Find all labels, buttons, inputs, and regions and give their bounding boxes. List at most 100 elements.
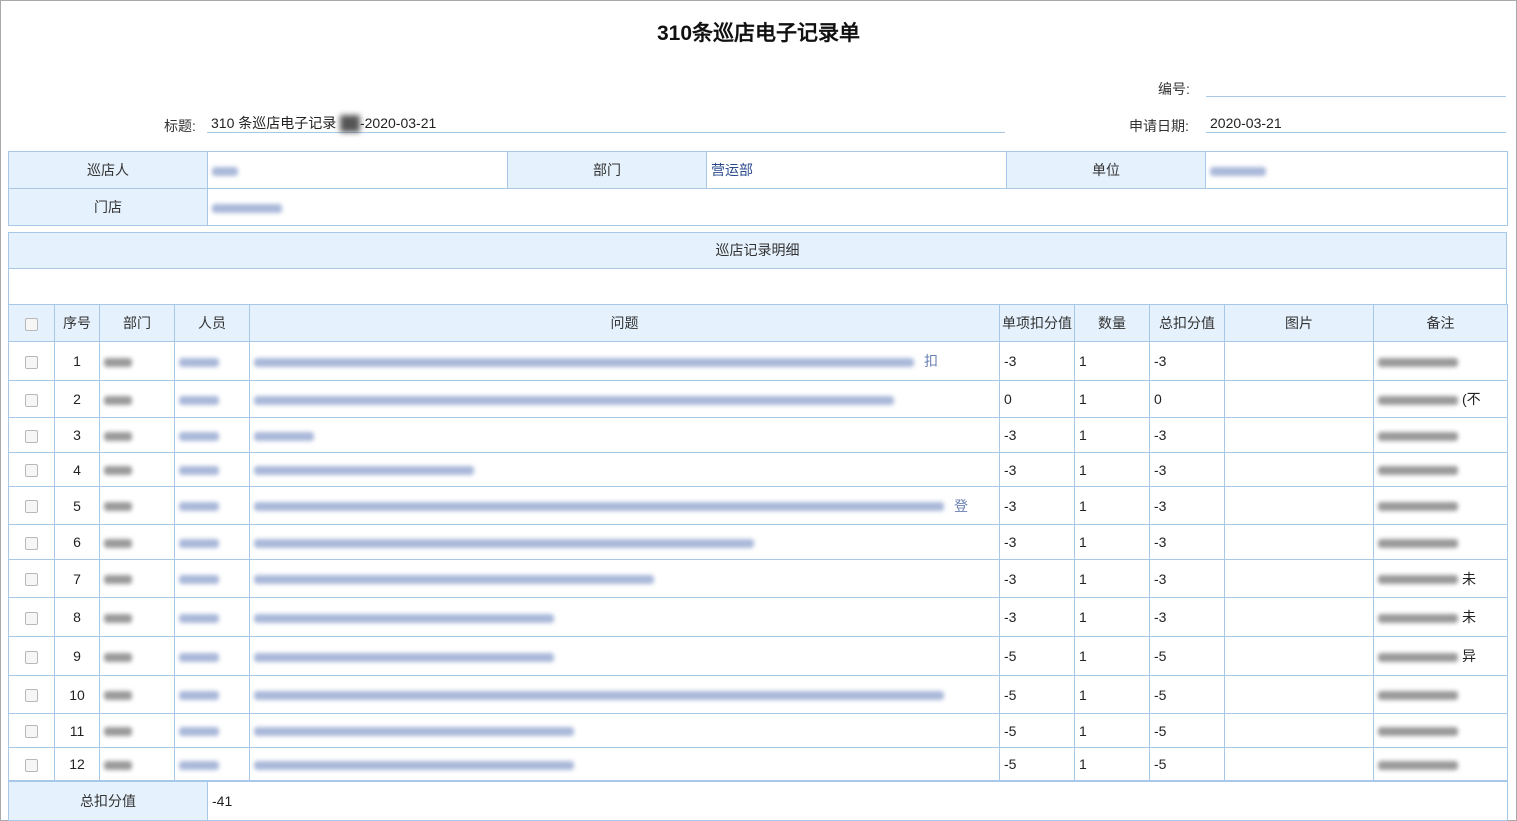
- row-seq: 4: [54, 452, 100, 487]
- row-checkbox[interactable]: [25, 355, 38, 369]
- row-qty: 1: [1074, 380, 1150, 418]
- row-checkbox-cell[interactable]: [8, 524, 55, 560]
- select-all-checkbox[interactable]: [25, 317, 38, 331]
- row-checkbox[interactable]: [25, 689, 38, 703]
- row-unit-deduct: -3: [999, 524, 1075, 560]
- row-checkbox-cell[interactable]: [8, 559, 55, 598]
- select-all-cell[interactable]: [8, 304, 55, 342]
- row-remark: [1373, 524, 1508, 560]
- row-qty: 1: [1074, 597, 1150, 637]
- row-unit-deduct: -5: [999, 636, 1075, 676]
- unit-value[interactable]: [1205, 151, 1508, 189]
- table-row[interactable]: 10 -5 1 -5: [8, 675, 1508, 714]
- table-row[interactable]: 12 -5 1 -5: [8, 747, 1508, 781]
- row-issue: 登: [249, 486, 1000, 525]
- row-seq: 6: [54, 524, 100, 560]
- row-unit-deduct: -3: [999, 341, 1075, 381]
- table-row[interactable]: 8 -3 1 -3 未: [8, 597, 1508, 637]
- dept-value[interactable]: 营运部: [706, 151, 1007, 189]
- row-dept: [99, 559, 175, 598]
- row-dept: [99, 675, 175, 714]
- row-unit-deduct: -5: [999, 675, 1075, 714]
- row-checkbox[interactable]: [25, 393, 38, 407]
- col-dept: 部门: [99, 304, 175, 342]
- store-value[interactable]: [207, 188, 1508, 226]
- row-person: [174, 452, 250, 487]
- table-row[interactable]: 5 登 -3 1 -3: [8, 486, 1508, 525]
- table-row[interactable]: 2 0 1 0 (不: [8, 380, 1508, 418]
- row-checkbox-cell[interactable]: [8, 341, 55, 381]
- row-checkbox-cell[interactable]: [8, 675, 55, 714]
- row-dept: [99, 452, 175, 487]
- row-checkbox[interactable]: [25, 464, 38, 478]
- col-remark: 备注: [1373, 304, 1508, 342]
- row-remark: (不: [1373, 380, 1508, 418]
- row-remark: 异: [1373, 636, 1508, 676]
- row-remark-tail: 未: [1462, 609, 1476, 625]
- subject-field[interactable]: 310 条巡店电子记录 ██-2020-03-21: [207, 114, 1005, 133]
- row-image: [1224, 559, 1374, 598]
- row-checkbox-cell[interactable]: [8, 747, 55, 781]
- table-row[interactable]: 11 -5 1 -5: [8, 713, 1508, 748]
- row-checkbox-cell[interactable]: [8, 452, 55, 487]
- row-checkbox[interactable]: [25, 758, 38, 772]
- inspector-label: 巡店人: [8, 151, 208, 189]
- table-row[interactable]: 4 -3 1 -3: [8, 452, 1508, 487]
- row-image: [1224, 380, 1374, 418]
- row-dept: [99, 636, 175, 676]
- row-checkbox-cell[interactable]: [8, 417, 55, 453]
- row-checkbox[interactable]: [25, 500, 38, 514]
- date-label: 申请日期:: [1129, 118, 1189, 134]
- row-checkbox[interactable]: [25, 573, 38, 587]
- number-field[interactable]: [1206, 78, 1506, 97]
- row-checkbox-cell[interactable]: [8, 597, 55, 637]
- row-qty: 1: [1074, 747, 1150, 781]
- row-checkbox-cell[interactable]: [8, 380, 55, 418]
- row-checkbox[interactable]: [25, 536, 38, 550]
- row-remark-tail: (不: [1462, 391, 1481, 407]
- row-image: [1224, 675, 1374, 714]
- subject-redacted: ██: [340, 115, 360, 131]
- row-total-deduct: -3: [1149, 452, 1225, 487]
- row-person: [174, 597, 250, 637]
- table-row[interactable]: 6 -3 1 -3: [8, 524, 1508, 560]
- table-row[interactable]: 1 扣 -3 1 -3: [8, 341, 1508, 381]
- row-unit-deduct: 0: [999, 380, 1075, 418]
- row-dept: [99, 486, 175, 525]
- row-checkbox-cell[interactable]: [8, 713, 55, 748]
- row-seq: 8: [54, 597, 100, 637]
- col-qty: 数量: [1074, 304, 1150, 342]
- row-seq: 10: [54, 675, 100, 714]
- row-person: [174, 486, 250, 525]
- subject-suffix: -2020-03-21: [359, 115, 437, 131]
- row-issue: [249, 675, 1000, 714]
- row-total-deduct: -3: [1149, 524, 1225, 560]
- row-checkbox[interactable]: [25, 611, 38, 625]
- row-checkbox-cell[interactable]: [8, 636, 55, 676]
- row-person: [174, 675, 250, 714]
- row-unit-deduct: -3: [999, 452, 1075, 487]
- row-total-deduct: -3: [1149, 559, 1225, 598]
- info-row-2: 门店: [8, 188, 1508, 226]
- table-row[interactable]: 7 -3 1 -3 未: [8, 559, 1508, 598]
- table-row[interactable]: 3 -3 1 -3: [8, 417, 1508, 453]
- row-seq: 2: [54, 380, 100, 418]
- row-checkbox-cell[interactable]: [8, 486, 55, 525]
- row-checkbox[interactable]: [25, 429, 38, 443]
- number-label: 编号:: [1158, 81, 1190, 97]
- row-checkbox[interactable]: [25, 650, 38, 664]
- date-field[interactable]: 2020-03-21: [1206, 114, 1506, 133]
- row-issue: [249, 559, 1000, 598]
- row-remark: [1373, 713, 1508, 748]
- info-table: 巡店人 部门 营运部 单位 门店: [8, 151, 1508, 226]
- table-row[interactable]: 9 -5 1 -5 异: [8, 636, 1508, 676]
- row-checkbox[interactable]: [25, 725, 38, 739]
- form-window: 310条巡店电子记录单 编号: 标题: 310 条巡店电子记录 ██-2020-…: [0, 0, 1517, 821]
- store-label: 门店: [8, 188, 208, 226]
- row-remark: 未: [1373, 559, 1508, 598]
- row-seq: 7: [54, 559, 100, 598]
- inspector-value[interactable]: [207, 151, 508, 189]
- row-image: [1224, 452, 1374, 487]
- table-body: 1 扣 -3 1 -3 2 0 1 0 (不 3 -3 1 -3 4 -3 1 -3 5 登 -3 1 -3 6 -3 1 -3 7-…: [8, 341, 1508, 781]
- row-person: [174, 524, 250, 560]
